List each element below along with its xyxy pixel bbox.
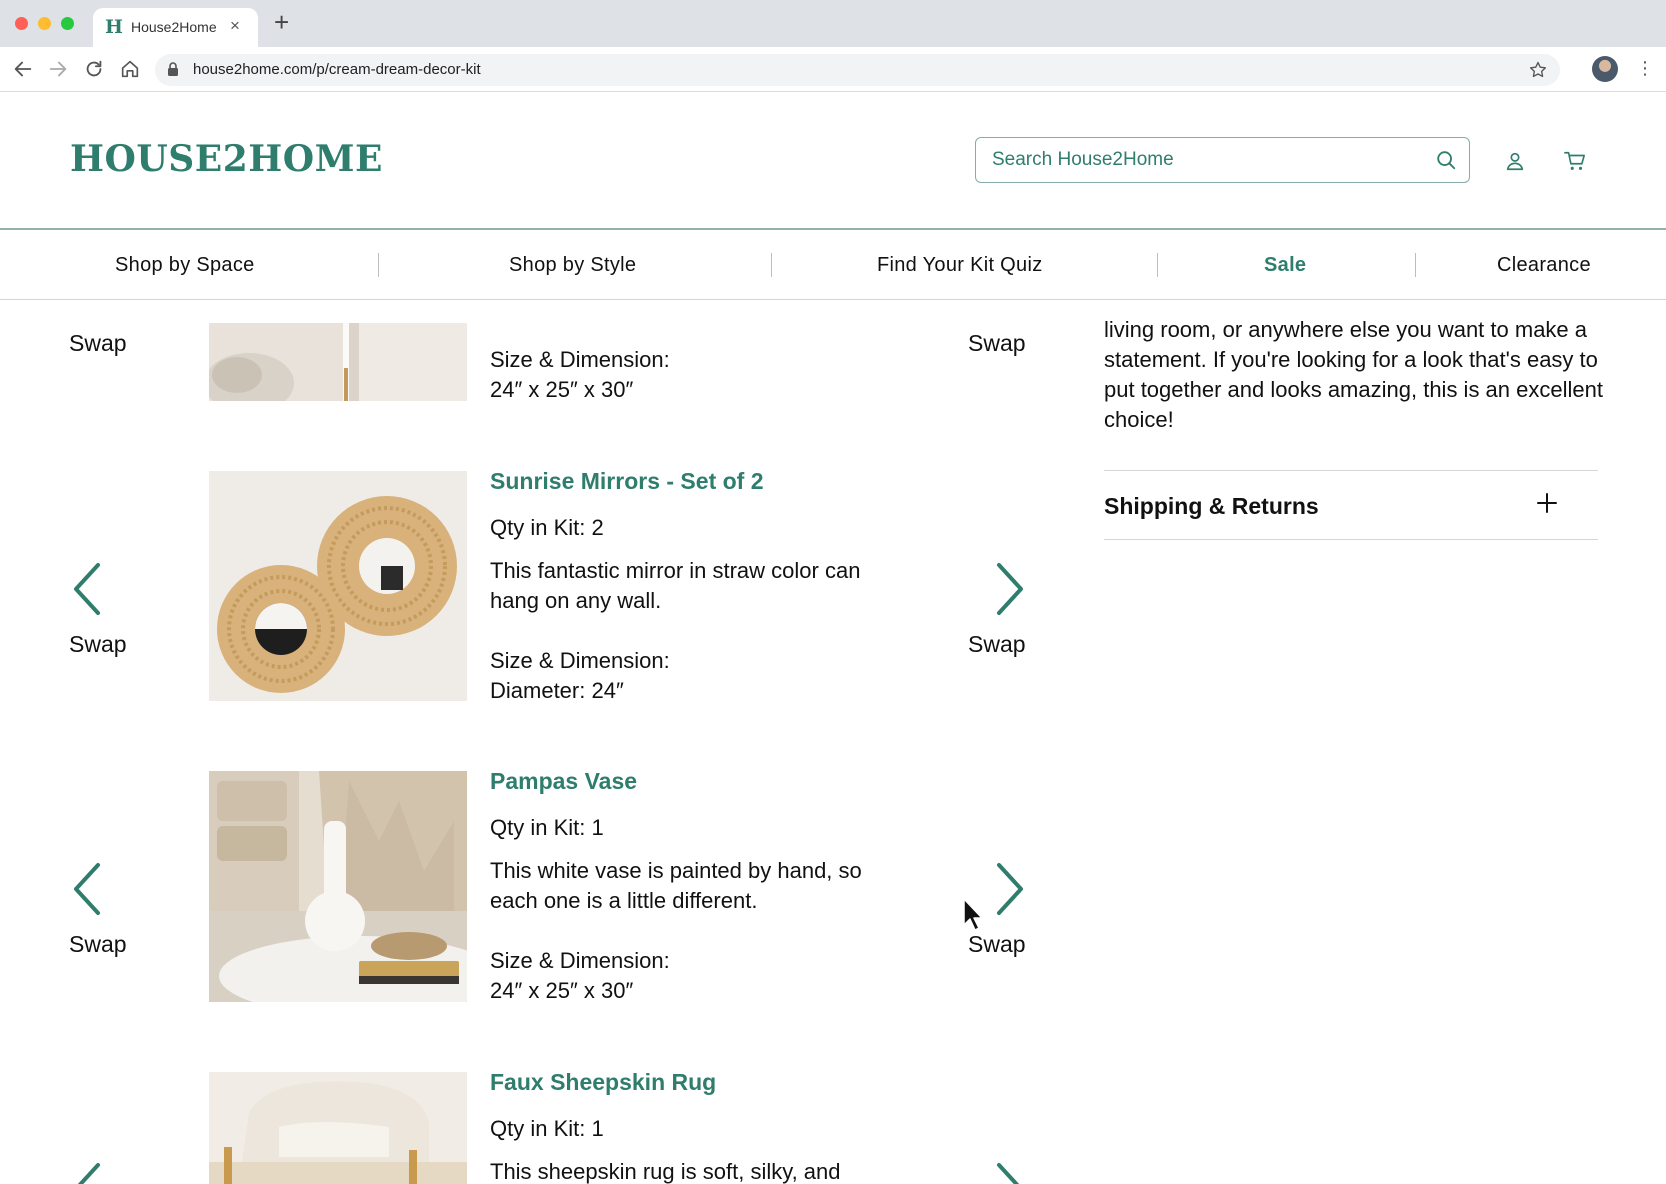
product-image-sunrise-mirrors[interactable] (209, 471, 467, 701)
accordion-title: Shipping & Returns (1104, 493, 1319, 519)
nav-divider (1415, 253, 1416, 277)
browser-toolbar: house2home.com/p/cream-dream-decor-kit ⋮ (0, 47, 1666, 92)
chevron-right-icon[interactable] (993, 562, 1027, 616)
browser-tab-bar: H House2Home × + (0, 0, 1666, 47)
product-title[interactable]: Sunrise Mirrors - Set of 2 (490, 468, 764, 495)
product-qty: Qty in Kit: 2 (490, 515, 604, 540)
product-description: This sheepskin rug is soft, silky, and (490, 1159, 841, 1184)
kit-description: living room, or anywhere else you want t… (1104, 317, 1603, 432)
product-title[interactable]: Faux Sheepskin Rug (490, 1069, 716, 1096)
size-value: 24″ x 25″ x 30″ (490, 377, 634, 402)
swap-next-label[interactable]: Swap (968, 931, 1026, 958)
nav-find-your-kit-quiz[interactable]: Find Your Kit Quiz (877, 254, 1043, 277)
minimize-window-button[interactable] (38, 17, 51, 30)
bookmark-star-icon[interactable] (1528, 60, 1548, 80)
tab-title: House2Home (131, 19, 217, 35)
size-label: Size & Dimension: (490, 347, 670, 372)
size-value: 24″ x 25″ x 30″ (490, 978, 634, 1003)
address-bar[interactable]: house2home.com/p/cream-dream-decor-kit (155, 54, 1560, 86)
product-qty: Qty in Kit: 1 (490, 815, 604, 840)
product-image-pampas-vase[interactable] (209, 771, 467, 1002)
home-icon[interactable] (119, 58, 141, 80)
swap-prev-label[interactable]: Swap (69, 330, 127, 357)
nav-shop-by-style[interactable]: Shop by Style (509, 254, 636, 277)
account-icon[interactable] (1504, 150, 1526, 172)
product-image-sheepskin-rug[interactable] (209, 1072, 467, 1184)
maximize-window-button[interactable] (61, 17, 74, 30)
nav-divider (378, 253, 379, 277)
nav-divider (1157, 253, 1158, 277)
chevron-right-icon[interactable] (993, 1162, 1027, 1184)
plus-icon[interactable] (1536, 492, 1558, 514)
search-icon[interactable] (1435, 149, 1457, 171)
nav-clearance[interactable]: Clearance (1497, 254, 1591, 277)
site-header: HOUSE2HOME (0, 92, 1666, 230)
nav-divider (771, 253, 772, 277)
mouse-cursor-icon (963, 898, 983, 931)
chevron-left-icon[interactable] (70, 1162, 104, 1184)
chevron-right-icon[interactable] (993, 862, 1027, 916)
reload-icon[interactable] (83, 58, 105, 80)
size-label: Size & Dimension: (490, 948, 670, 973)
favicon-icon: H (105, 16, 123, 38)
kit-content: Swap Swap Size & Dimension: 24″ x 25″ x … (0, 300, 1666, 1184)
cart-icon[interactable] (1563, 150, 1587, 172)
new-tab-button[interactable]: + (274, 9, 289, 35)
product-title[interactable]: Pampas Vase (490, 768, 637, 795)
url-text: house2home.com/p/cream-dream-decor-kit (193, 61, 481, 78)
nav-sale[interactable]: Sale (1264, 254, 1306, 277)
browser-tab[interactable]: H House2Home × (93, 8, 258, 47)
nav-shop-by-space[interactable]: Shop by Space (115, 254, 255, 277)
chevron-left-icon[interactable] (70, 862, 104, 916)
size-label: Size & Dimension: (490, 648, 670, 673)
chevron-left-icon[interactable] (70, 562, 104, 616)
swap-next-label[interactable]: Swap (968, 631, 1026, 658)
forward-arrow-icon[interactable] (47, 58, 69, 80)
site-logo[interactable]: HOUSE2HOME (70, 138, 383, 180)
close-window-button[interactable] (15, 17, 28, 30)
tab-close-icon[interactable]: × (230, 16, 240, 36)
lock-icon (168, 62, 178, 76)
size-value: Diameter: 24″ (490, 678, 624, 703)
shipping-returns-accordion[interactable]: Shipping & Returns (1104, 470, 1598, 540)
search-input[interactable] (992, 138, 1422, 181)
search-box (975, 137, 1470, 183)
swap-prev-label[interactable]: Swap (69, 631, 127, 658)
swap-prev-label[interactable]: Swap (69, 931, 127, 958)
product-description: This fantastic mirror in straw color can… (490, 558, 861, 613)
product-image-partial[interactable] (209, 323, 467, 401)
swap-next-label[interactable]: Swap (968, 330, 1026, 357)
category-nav: Shop by Space Shop by Style Find Your Ki… (0, 230, 1666, 300)
back-arrow-icon[interactable] (12, 58, 34, 80)
product-qty: Qty in Kit: 1 (490, 1116, 604, 1141)
product-description: This white vase is painted by hand, so e… (490, 858, 862, 913)
browser-menu-icon[interactable]: ⋮ (1636, 59, 1654, 77)
profile-avatar[interactable] (1592, 56, 1618, 82)
